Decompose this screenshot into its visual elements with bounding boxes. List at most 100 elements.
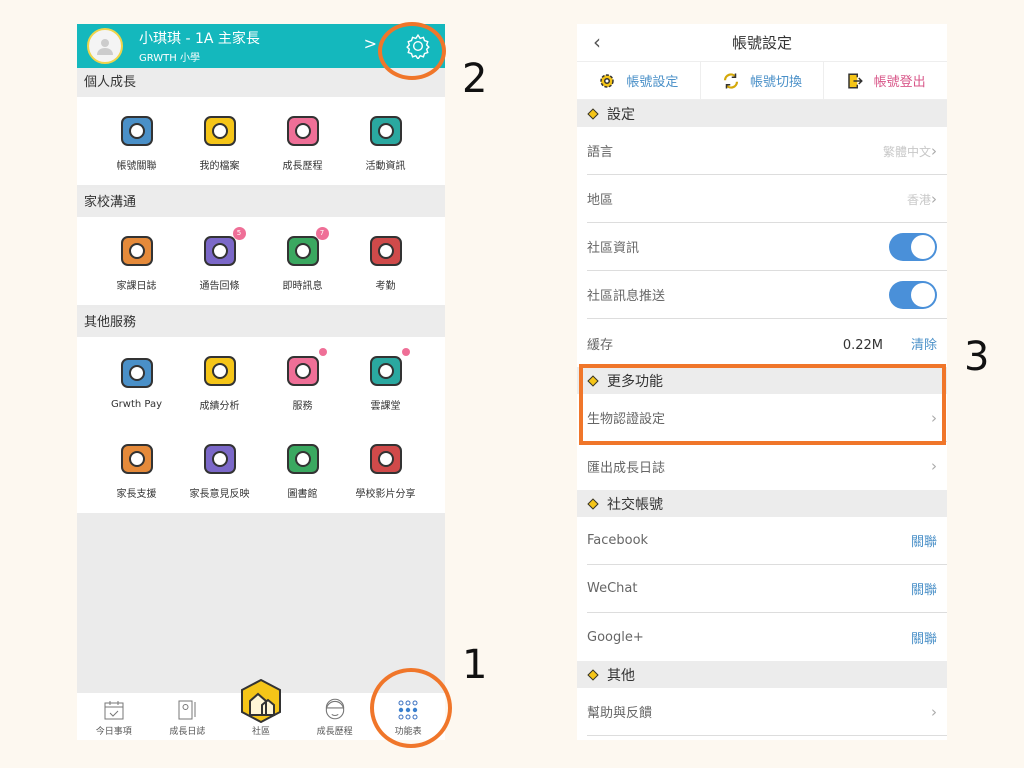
tab-account-switch[interactable]: 帳號切換 [701, 62, 825, 99]
menu-item-label: 活動資訊 [365, 160, 406, 172]
nav-growth-history[interactable]: 成長歷程 [298, 693, 372, 740]
chevron-right-icon[interactable]: > [364, 34, 377, 53]
clear-cache-button[interactable]: 清除 [911, 338, 937, 353]
help-feedback-row[interactable]: 幫助與反饋 › [587, 688, 947, 736]
menu-item-icon [117, 353, 157, 393]
notification-badge: 5 [232, 226, 246, 240]
menu-item-label: 帳號關聯 [116, 160, 157, 172]
section-grid: 家課日誌 5 通告回條 7 即時訊息 考勤 [77, 217, 445, 305]
row-label: 社區資訊 [587, 241, 640, 256]
annotation-3: 3 [964, 334, 990, 380]
menu-item[interactable]: 我的檔案 [178, 97, 261, 185]
community-push-toggle[interactable] [889, 280, 937, 309]
region-value: 香港 [906, 192, 931, 207]
community-info-toggle[interactable] [889, 232, 937, 261]
nav-today[interactable]: 今日事項 [77, 693, 151, 740]
menu-item[interactable]: 考勤 [344, 217, 427, 305]
logout-icon [847, 73, 863, 88]
menu-item[interactable]: 7 即時訊息 [261, 217, 344, 305]
menu-item-icon [117, 439, 157, 479]
chevron-right-icon: › [931, 702, 937, 721]
menu-item[interactable]: 家長支援 [95, 425, 178, 513]
row-label: Facebook [587, 533, 649, 548]
facebook-row: Facebook 關聯 [587, 517, 947, 565]
new-dot [318, 347, 327, 356]
row-label: 語言 [587, 145, 614, 160]
highlight-circle-settings [378, 22, 446, 80]
community-info-row: 社區資訊 [587, 223, 947, 271]
menu-item[interactable]: 家課日誌 [95, 217, 178, 305]
nav-label: 今日事項 [95, 727, 132, 737]
link-google-button[interactable]: 關聯 [911, 628, 937, 647]
community-house-icon [240, 679, 281, 723]
profile-name: 小琪琪 - 1A 主家長 [139, 31, 260, 47]
nav-label: 成長歷程 [316, 727, 353, 737]
menu-item-icon [200, 351, 240, 391]
google-row: Google+ 關聯 [587, 613, 947, 661]
section-title: 其他 [607, 667, 635, 684]
menu-item[interactable]: 雲課堂 [344, 337, 427, 425]
menu-item[interactable]: 學校影片分享 [344, 425, 427, 513]
menu-item-label: 家長支援 [116, 488, 157, 500]
annotation-2: 2 [462, 56, 488, 102]
row-label: 匯出成長日誌 [587, 460, 666, 476]
language-value: 繁體中文 [882, 144, 931, 159]
menu-item[interactable]: Grwth Pay [95, 337, 178, 425]
menu-item-icon [283, 111, 323, 151]
user-icon [97, 39, 113, 55]
row-label: 緩存 [587, 337, 614, 353]
nav-growth-diary[interactable]: 成長日誌 [151, 693, 225, 740]
new-dot [401, 347, 410, 356]
menu-item[interactable]: 帳號關聯 [95, 97, 178, 185]
tab-account-settings[interactable]: 帳號設定 [577, 62, 701, 99]
menu-item-label: 我的檔案 [199, 160, 240, 172]
menu-item[interactable]: 成績分析 [178, 337, 261, 425]
kid-helmet-icon [325, 698, 344, 720]
export-diary-row[interactable]: 匯出成長日誌 › [587, 442, 947, 490]
menu-item[interactable]: 服務 [261, 337, 344, 425]
menu-item[interactable]: 活動資訊 [344, 97, 427, 185]
menu-item-label: 家課日誌 [116, 280, 157, 292]
menu-item[interactable]: 家長意見反映 [178, 425, 261, 513]
menu-item-icon [283, 439, 323, 479]
gear-icon [600, 73, 615, 88]
nav-label: 成長日誌 [169, 727, 206, 737]
section-title: 設定 [607, 106, 635, 123]
section-settings: 設定 [577, 100, 947, 127]
tab-label: 帳號登出 [873, 75, 926, 90]
link-facebook-button[interactable]: 關聯 [911, 531, 937, 550]
menu-item[interactable]: 圖書館 [261, 425, 344, 513]
school-name: GRWTH 小學 [139, 53, 200, 64]
menu-item-icon [366, 347, 410, 391]
menu-item-icon [366, 111, 406, 151]
menu-item-label: 成長歷程 [282, 160, 323, 172]
menu-item-label: 學校影片分享 [355, 488, 416, 500]
language-row[interactable]: 語言 繁體中文› [587, 127, 947, 175]
avatar[interactable] [87, 28, 123, 64]
nav-label: 社區 [251, 727, 270, 737]
annotation-1: 1 [462, 642, 488, 688]
menu-item-label: 雲課堂 [370, 400, 401, 412]
chevron-right-icon: › [931, 141, 937, 160]
nav-community[interactable]: 社區 [224, 679, 298, 740]
menu-item-icon [283, 347, 327, 391]
menu-item-label: 成績分析 [199, 400, 240, 412]
back-button[interactable]: ‹ [593, 30, 601, 54]
section-social: 社交帳號 [577, 490, 947, 517]
tab-label: 帳號切換 [750, 75, 803, 90]
section-grid: Grwth Pay 成績分析 服務 雲課堂家長支援 家長意見反映 圖書館 學校影片分享 [77, 337, 445, 513]
tab-label: 帳號設定 [626, 75, 679, 90]
cache-size: 0.22M [842, 337, 883, 353]
menu-item[interactable]: 5 通告回條 [178, 217, 261, 305]
diamond-icon [587, 107, 599, 120]
menu-item-icon: 5 [200, 226, 246, 271]
menu-item[interactable]: 成長歷程 [261, 97, 344, 185]
menu-item-label: 考勤 [375, 280, 396, 292]
community-push-row: 社區訊息推送 [587, 271, 947, 319]
diamond-icon [587, 497, 599, 510]
link-wechat-button[interactable]: 關聯 [911, 579, 937, 598]
menu-item-icon [366, 439, 406, 479]
region-row[interactable]: 地區 香港› [587, 175, 947, 223]
tab-logout[interactable]: 帳號登出 [824, 62, 947, 99]
refresh-icon [723, 72, 739, 89]
